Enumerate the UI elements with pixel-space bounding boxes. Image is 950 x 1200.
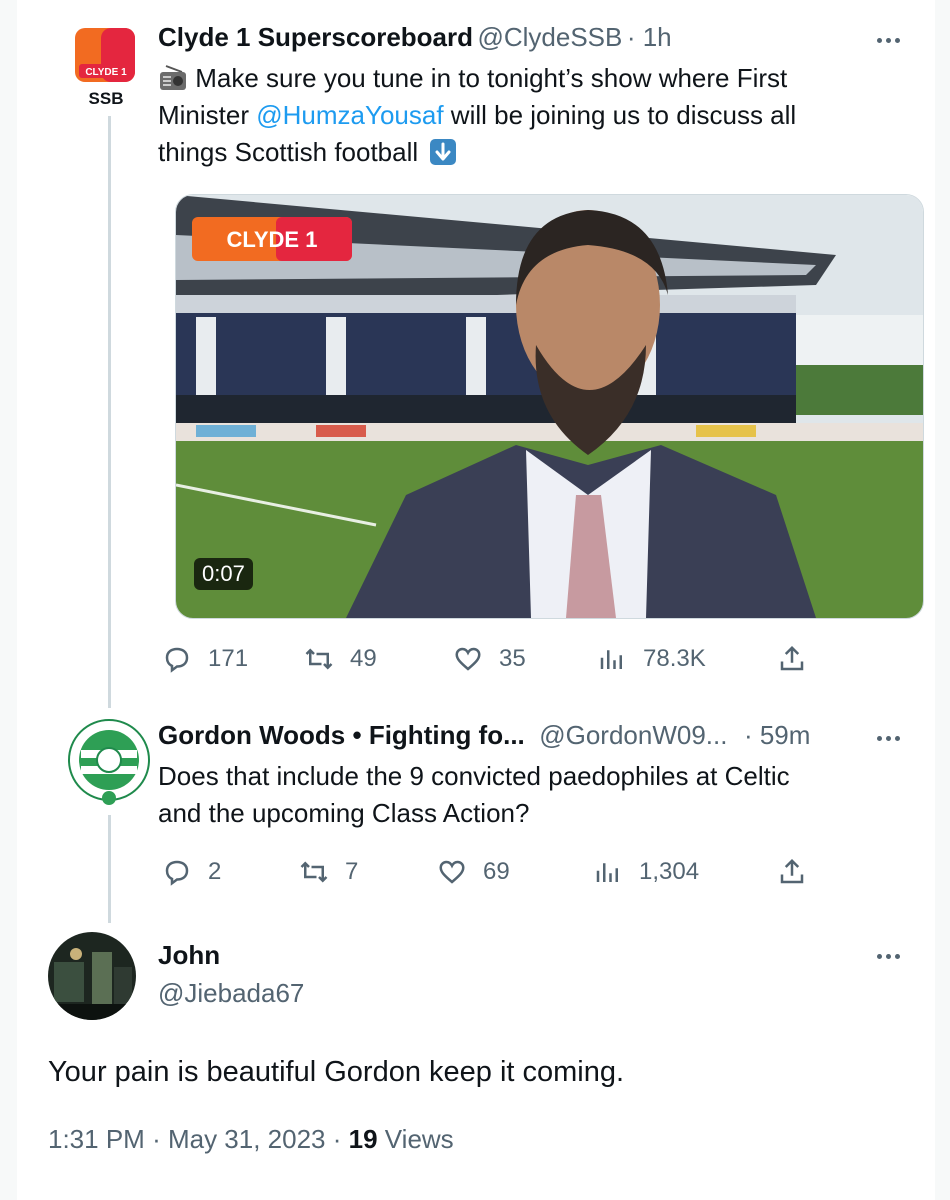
more-options-icon[interactable] — [877, 38, 900, 43]
clyde-logo-text: CLYDE 1 — [85, 67, 127, 78]
views-icon — [600, 650, 622, 669]
views-icon — [596, 863, 618, 882]
tweet-timestamp[interactable]: 1:31 PM — [48, 1124, 145, 1154]
views-button[interactable]: 1,304 — [593, 857, 699, 887]
like-count: 69 — [483, 858, 510, 885]
tweet-text-line: Minister — [158, 100, 257, 130]
heart-icon — [455, 647, 481, 671]
retweet-icon — [305, 648, 333, 670]
tweet1-header: Clyde 1 Superscoreboard @ClydeSSB · 1h — [158, 22, 672, 53]
author-name[interactable]: Clyde 1 Superscoreboard — [158, 22, 473, 52]
gordon-avatar[interactable] — [67, 712, 151, 808]
video-duration: 0:07 — [194, 558, 253, 590]
tweet2-text: Does that include the 9 convicted paedop… — [158, 758, 878, 832]
more-options-icon[interactable] — [877, 736, 900, 741]
share-icon — [780, 645, 804, 671]
arrow-down-emoji-icon — [430, 139, 457, 165]
video-brand-label: CLYDE 1 — [227, 227, 318, 252]
mention-link[interactable]: @HumzaYousaf — [256, 100, 443, 130]
retweet-count: 49 — [350, 645, 377, 672]
thread-line — [108, 815, 111, 923]
views-count: 78.3K — [643, 645, 706, 672]
thread-line — [108, 116, 111, 708]
tweet-meta: 1:31 PM · May 31, 2023 · 19 Views — [48, 1124, 454, 1154]
reply-button[interactable]: 171 — [162, 644, 248, 674]
like-button[interactable]: 69 — [437, 857, 510, 887]
tweet1-text: Make sure you tune in to tonight’s show … — [158, 60, 878, 171]
views-button[interactable]: 78.3K — [597, 644, 706, 674]
retweet-icon — [300, 861, 328, 883]
heart-icon — [439, 860, 465, 884]
share-button[interactable] — [777, 644, 807, 674]
focused-tweet-text: Your pain is beautiful Gordon keep it co… — [48, 1056, 625, 1088]
clyde-logo-sub: SSB — [89, 89, 124, 108]
reply-count: 171 — [208, 645, 249, 672]
share-button[interactable] — [777, 857, 807, 887]
retweet-button[interactable]: 7 — [299, 857, 358, 887]
views-label: Views — [384, 1124, 454, 1154]
author-name[interactable]: John — [158, 940, 220, 971]
reply-count: 2 — [208, 858, 222, 885]
reply-icon — [165, 647, 189, 673]
video-thumbnail: CLYDE 1 — [176, 195, 923, 618]
more-options-icon[interactable] — [877, 954, 900, 959]
views-total: 19 — [348, 1124, 378, 1154]
share-icon — [780, 858, 804, 884]
views-count: 1,304 — [639, 858, 700, 885]
tweet-text-line: will be joining us to discuss all — [443, 100, 797, 130]
author-handle[interactable]: @ClydeSSB — [477, 22, 622, 52]
tweet-text-line: and the upcoming Class Action? — [158, 798, 530, 828]
tweet-time[interactable]: · 1h — [627, 22, 672, 52]
author-handle[interactable]: @GordonW09... — [539, 720, 727, 750]
video-player[interactable]: CLYDE 1 0:07 — [175, 194, 924, 619]
radio-icon — [160, 65, 186, 90]
tweet-text-line: Make sure you tune in to tonight’s show … — [195, 63, 788, 93]
tweet-text-line: Does that include the 9 convicted paedop… — [158, 761, 790, 791]
like-button[interactable]: 35 — [453, 644, 526, 674]
like-count: 35 — [499, 645, 526, 672]
john-avatar[interactable] — [48, 932, 136, 1020]
tweet-text-line: things Scottish football — [158, 137, 419, 167]
author-handle[interactable]: @Jiebada67 — [158, 978, 304, 1009]
author-name[interactable]: Gordon Woods • Fighting fo... — [158, 720, 525, 750]
reply-button[interactable]: 2 — [162, 857, 221, 887]
tweet-thread-card: CLYDE 1 SSB Clyde 1 Superscoreboard @Cly… — [17, 0, 935, 1200]
retweet-button[interactable]: 49 — [304, 644, 377, 674]
reply-icon — [165, 860, 189, 886]
tweet-date[interactable]: May 31, 2023 — [168, 1124, 326, 1154]
tweet2-header: Gordon Woods • Fighting fo... @GordonW09… — [158, 720, 810, 751]
retweet-count: 7 — [345, 858, 359, 885]
clyde-avatar[interactable]: CLYDE 1 SSB — [65, 26, 153, 114]
tweet-time[interactable]: · 59m — [744, 720, 810, 750]
